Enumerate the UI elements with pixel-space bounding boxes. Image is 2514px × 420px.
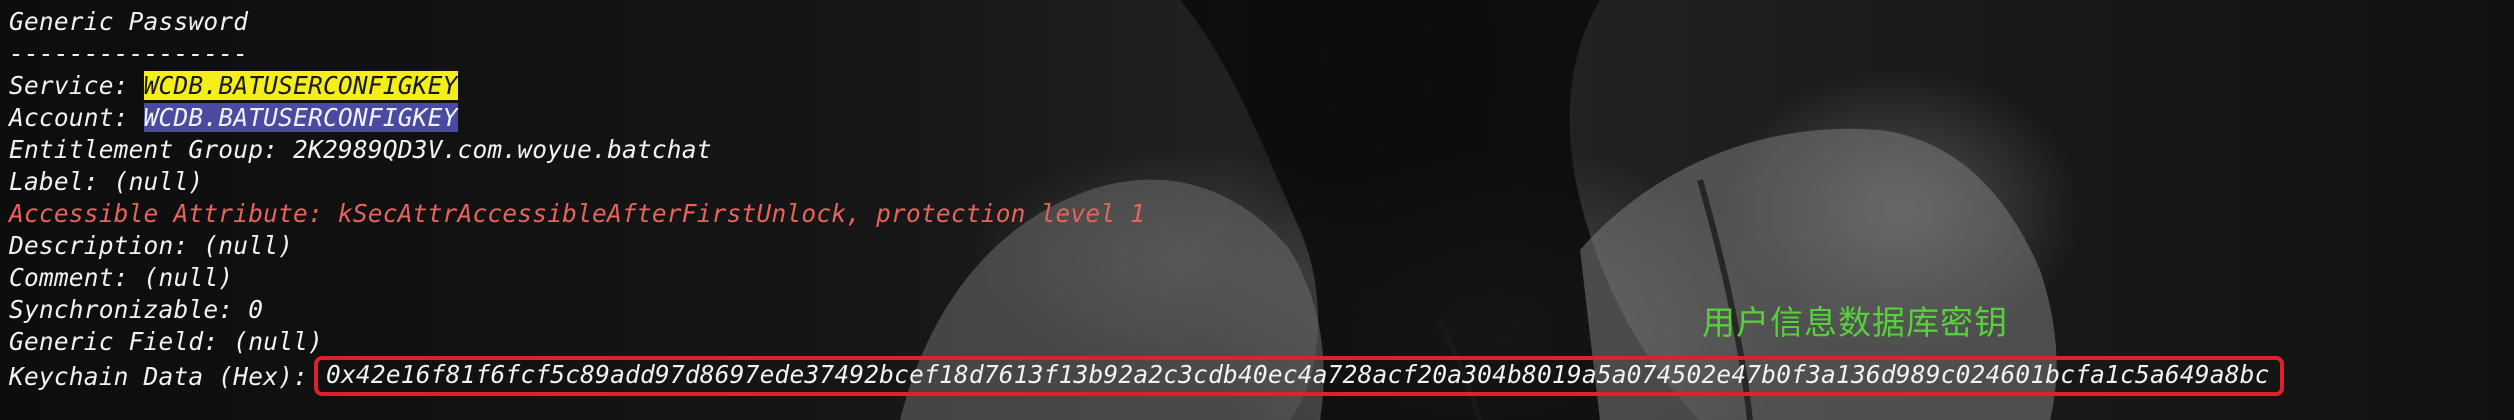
- entitlement-group-line: Entitlement Group: 2K2989QD3V.com.woyue.…: [9, 135, 712, 164]
- keychain-data-line: Keychain Data (Hex): 0x42e16f81f6fcf5c89a…: [9, 356, 2514, 396]
- accessible-attribute-line: Accessible Attribute: kSecAttrAccessible…: [9, 199, 1146, 228]
- comment-line: Comment: (null): [9, 263, 234, 292]
- keychain-data-label: Keychain Data (Hex):: [9, 362, 309, 391]
- account-value: WCDB.BATUSERCONFIGKEY: [143, 103, 458, 132]
- synchronizable-line: Synchronizable: 0: [9, 295, 264, 324]
- account-label: Account:: [9, 103, 144, 132]
- separator-line: ----------------: [9, 39, 249, 68]
- keychain-data-value: 0x42e16f81f6fcf5c89add97d8697ede37492bce…: [326, 360, 2270, 389]
- service-value: WCDB.BATUSERCONFIGKEY: [143, 71, 458, 100]
- terminal-output: Generic Password ---------------- Servic…: [9, 6, 2514, 396]
- entry-title: Generic Password: [9, 7, 249, 36]
- description-line: Description: (null): [9, 231, 294, 260]
- keychain-data-highlight-box: 0x42e16f81f6fcf5c89add97d8697ede37492bce…: [314, 356, 2284, 396]
- annotation-label: 用户信息数据库密钥: [1702, 303, 2008, 342]
- service-line: Service: WCDB.BATUSERCONFIGKEY: [9, 70, 2514, 102]
- service-label: Service:: [9, 71, 144, 100]
- account-line: Account: WCDB.BATUSERCONFIGKEY: [9, 102, 2514, 134]
- label-line: Label: (null): [9, 167, 204, 196]
- generic-field-line: Generic Field: (null): [9, 327, 323, 356]
